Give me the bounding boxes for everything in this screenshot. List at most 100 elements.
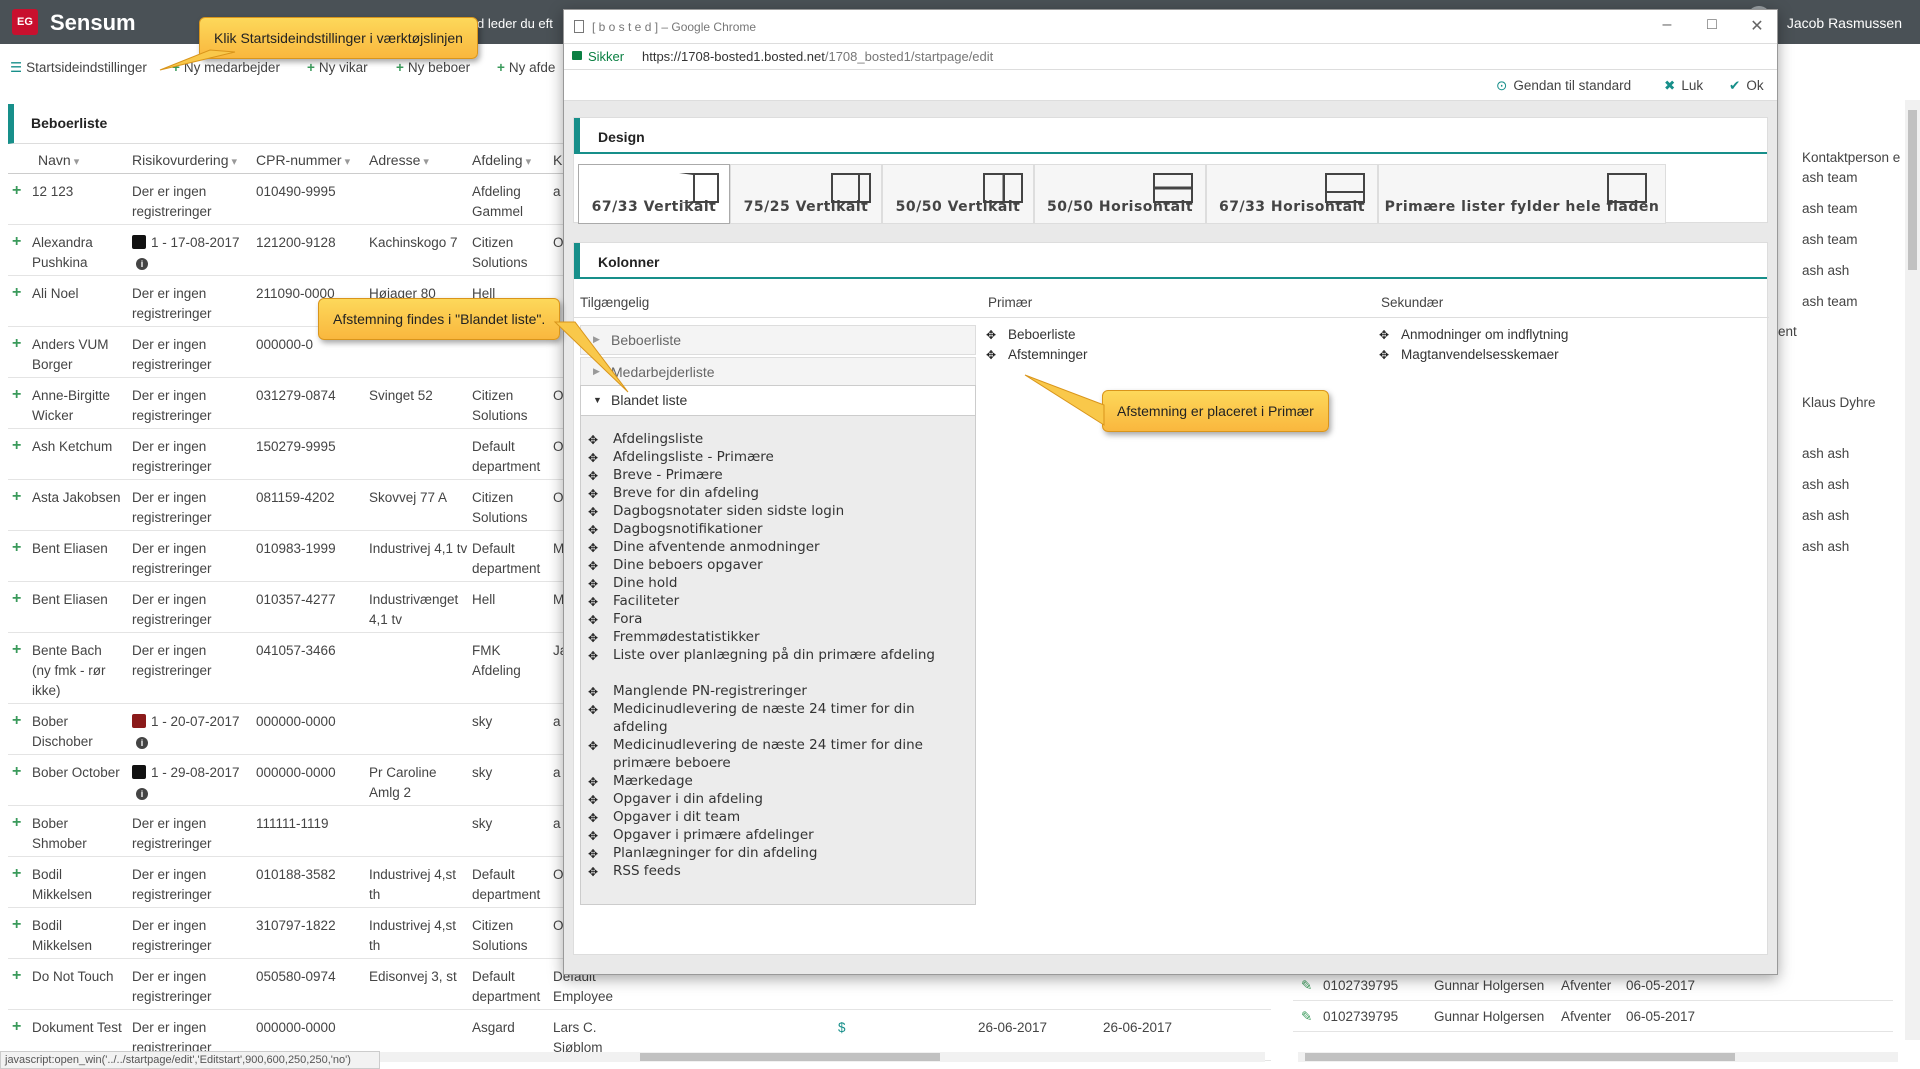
- add-icon[interactable]: +: [12, 284, 21, 302]
- info-icon[interactable]: i: [136, 788, 148, 800]
- reset-button[interactable]: ⊙ Gendan til standard: [1496, 78, 1631, 94]
- new-department-button[interactable]: + Ny afde: [497, 60, 555, 75]
- move-icon[interactable]: ✥: [588, 503, 598, 521]
- move-icon[interactable]: ✥: [588, 701, 598, 719]
- move-icon[interactable]: ✥: [588, 863, 598, 881]
- url-text[interactable]: https://1708-bosted1.bosted.net/1708_bos…: [642, 49, 993, 64]
- accordion-mixed-list[interactable]: ▼ Blandet liste: [581, 386, 975, 416]
- info-icon[interactable]: i: [136, 258, 148, 270]
- column-header-risk[interactable]: Risikovurdering: [132, 152, 237, 168]
- secondary-item[interactable]: ✥ Magtanvendelsesskemaer: [1379, 345, 1559, 365]
- column-header-address[interactable]: Adresse: [369, 152, 429, 168]
- move-icon[interactable]: ✥: [588, 539, 598, 557]
- available-item[interactable]: ✥ Afdelingsliste - Primære: [588, 448, 963, 466]
- add-icon[interactable]: +: [12, 539, 21, 557]
- available-item[interactable]: ✥ Dine hold: [588, 574, 963, 592]
- add-icon[interactable]: +: [12, 233, 21, 251]
- layout-67-33-horizontal[interactable]: 67/33 Horisontalt: [1206, 164, 1378, 224]
- primary-item[interactable]: ✥ Beboerliste: [986, 325, 1076, 345]
- horizontal-scrollbar[interactable]: [380, 1050, 1920, 1064]
- column-header-cpr[interactable]: CPR-nummer: [256, 152, 350, 168]
- move-icon[interactable]: ✥: [986, 325, 996, 345]
- add-icon[interactable]: +: [12, 590, 21, 608]
- minimize-icon[interactable]: –: [1657, 16, 1677, 34]
- edit-icon[interactable]: ✎: [1301, 978, 1312, 994]
- available-item[interactable]: ✥ Dine afventende anmodninger: [588, 538, 963, 556]
- available-item[interactable]: ✥ RSS feeds: [588, 862, 963, 880]
- add-icon[interactable]: +: [12, 386, 21, 404]
- move-icon[interactable]: ✥: [588, 611, 598, 629]
- vertical-scrollbar[interactable]: [1905, 100, 1920, 1040]
- available-item[interactable]: ✥ Mærkedage: [588, 772, 963, 790]
- new-temp-button[interactable]: + Ny vikar: [307, 60, 368, 75]
- move-icon[interactable]: ✥: [588, 431, 598, 449]
- add-icon[interactable]: +: [12, 712, 21, 730]
- accordion-employee-list[interactable]: ▶ Medarbejderliste: [580, 357, 976, 387]
- available-item[interactable]: ✥ Manglende PN-registreringer: [588, 682, 963, 700]
- available-item[interactable]: ✥ Breve - Primære: [588, 466, 963, 484]
- edit-icon[interactable]: ✎: [1301, 1009, 1312, 1025]
- move-icon[interactable]: ✥: [588, 629, 598, 647]
- available-item[interactable]: ✥ Dagbogsnotifikationer: [588, 520, 963, 538]
- add-icon[interactable]: +: [12, 967, 21, 985]
- add-icon[interactable]: +: [12, 1018, 21, 1036]
- add-icon[interactable]: +: [12, 182, 21, 200]
- new-employee-button[interactable]: + Ny medarbejder: [172, 60, 280, 75]
- available-item[interactable]: ✥ Medicinudlevering de næste 24 timer for…: [588, 736, 963, 772]
- move-icon[interactable]: ✥: [588, 809, 598, 827]
- accordion-resident-list[interactable]: ▶ Beboerliste: [580, 325, 976, 355]
- add-icon[interactable]: +: [12, 437, 21, 455]
- move-icon[interactable]: ✥: [588, 845, 598, 863]
- startpage-settings-button[interactable]: ☰ Startsideindstillinger: [10, 60, 147, 76]
- scrollbar-thumb[interactable]: [1908, 110, 1917, 270]
- move-icon[interactable]: ✥: [1379, 345, 1389, 365]
- available-item[interactable]: ✥ Breve for din afdeling: [588, 484, 963, 502]
- column-header-contact[interactable]: Kontaktperson e: [1802, 150, 1900, 165]
- secondary-item[interactable]: ✥ Anmodninger om indflytning: [1379, 325, 1568, 345]
- available-item[interactable]: ✥ Opgaver i primære afdelinger: [588, 826, 963, 844]
- available-item[interactable]: ✥ Liste over planlægning på din primære a…: [588, 646, 963, 664]
- move-icon[interactable]: ✥: [588, 773, 598, 791]
- move-icon[interactable]: ✥: [588, 485, 598, 503]
- layout-50-50-vertical[interactable]: 50/50 Vertikalt: [882, 164, 1034, 224]
- move-icon[interactable]: ✥: [986, 345, 996, 365]
- move-icon[interactable]: ✥: [588, 827, 598, 845]
- add-icon[interactable]: +: [12, 865, 21, 883]
- available-item[interactable]: ✥ Opgaver i dit team: [588, 808, 963, 826]
- layout-50-50-horizontal[interactable]: 50/50 Horisontalt: [1034, 164, 1206, 224]
- move-icon[interactable]: ✥: [588, 557, 598, 575]
- move-icon[interactable]: ✥: [1379, 325, 1389, 345]
- add-icon[interactable]: +: [12, 763, 21, 781]
- move-icon[interactable]: ✥: [588, 467, 598, 485]
- layout-primary-full[interactable]: Primære lister fylder hele fladen: [1378, 164, 1666, 224]
- move-icon[interactable]: ✥: [588, 737, 598, 755]
- move-icon[interactable]: ✥: [588, 449, 598, 467]
- available-item[interactable]: ✥ Afdelingsliste: [588, 430, 963, 448]
- available-item[interactable]: ✥ Planlægninger for din afdeling: [588, 844, 963, 862]
- move-icon[interactable]: ✥: [588, 593, 598, 611]
- available-item[interactable]: ✥ Dine beboers opgaver: [588, 556, 963, 574]
- maximize-icon[interactable]: □: [1702, 16, 1722, 34]
- available-item[interactable]: ✥ Dagbogsnotater siden sidste login: [588, 502, 963, 520]
- layout-75-25-vertical[interactable]: 75/25 Vertikalt: [730, 164, 882, 224]
- user-name[interactable]: Jacob Rasmussen: [1787, 15, 1902, 31]
- add-icon[interactable]: +: [12, 814, 21, 832]
- available-item[interactable]: ✥ Fremmødestatistikker: [588, 628, 963, 646]
- move-icon[interactable]: ✥: [588, 647, 598, 665]
- column-header-name[interactable]: Navn: [38, 152, 79, 168]
- move-icon[interactable]: ✥: [588, 575, 598, 593]
- layout-67-33-vertical[interactable]: 67/33 Vertikalt: [578, 164, 730, 224]
- close-window-icon[interactable]: ✕: [1747, 16, 1767, 36]
- available-item[interactable]: ✥ Faciliteter: [588, 592, 963, 610]
- add-icon[interactable]: +: [12, 335, 21, 353]
- address-bar[interactable]: Sikker https://1708-bosted1.bosted.net/1…: [564, 44, 1777, 70]
- add-icon[interactable]: +: [12, 916, 21, 934]
- move-icon[interactable]: ✥: [588, 683, 598, 701]
- ok-button[interactable]: ✔ Ok: [1729, 78, 1764, 94]
- available-item[interactable]: ✥ Fora: [588, 610, 963, 628]
- available-item[interactable]: ✥ Opgaver i din afdeling: [588, 790, 963, 808]
- available-item[interactable]: ✥ Medicinudlevering de næste 24 timer for…: [588, 700, 963, 736]
- move-icon[interactable]: ✥: [588, 791, 598, 809]
- info-icon[interactable]: i: [136, 737, 148, 749]
- pending-row[interactable]: ✎ 0102739795 Gunnar Holgersen Afventer 06-05…: [1293, 1001, 1893, 1032]
